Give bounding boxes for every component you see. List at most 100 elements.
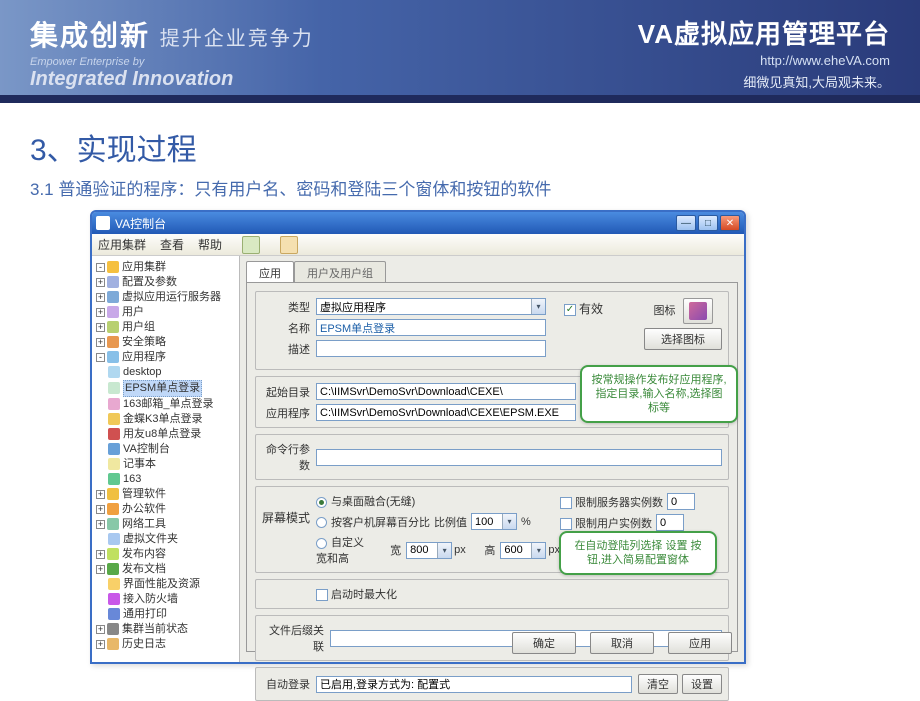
expand-icon[interactable]: +: [96, 505, 105, 514]
clear-button[interactable]: 清空: [638, 674, 678, 694]
tab-users[interactable]: 用户及用户组: [294, 261, 386, 283]
chevron-down-icon[interactable]: ▾: [437, 543, 451, 558]
h-label: 高: [468, 542, 501, 558]
lim1-input[interactable]: [667, 493, 695, 510]
chk-maximize[interactable]: 启动时最大化: [316, 586, 397, 602]
tree-perf[interactable]: 界面性能及资源: [123, 578, 200, 590]
expand-icon[interactable]: -: [96, 263, 105, 272]
expand-icon[interactable]: +: [96, 308, 105, 317]
nav-tree[interactable]: - 应用集群 + 配置及参数 + 虚拟应用运行服务器 + 用户 + 用户组 + 安全策略 -…: [92, 256, 240, 662]
tree-cat-pubcontent[interactable]: 发布内容: [122, 548, 166, 560]
chevron-down-icon[interactable]: ▾: [502, 514, 516, 529]
width-combo[interactable]: ▾: [406, 542, 452, 559]
chevron-down-icon[interactable]: ▾: [531, 299, 545, 314]
tree-app-kingdee[interactable]: 金蝶K3单点登录: [123, 413, 202, 425]
tree-cat-vfolder[interactable]: 虚拟文件夹: [123, 533, 178, 545]
tree-cat-office[interactable]: 办公软件: [122, 503, 166, 515]
close-button[interactable]: ✕: [720, 215, 740, 231]
startdir-input[interactable]: [316, 383, 576, 400]
folder-mgr-icon: [107, 488, 119, 500]
chk-lim-user[interactable]: 限制用户实例数: [560, 515, 652, 531]
label-screen: 屏幕模式: [262, 493, 316, 566]
select-icon-button[interactable]: 选择图标: [644, 328, 722, 350]
chevron-down-icon[interactable]: ▾: [531, 543, 545, 558]
cancel-button[interactable]: 取消: [590, 632, 654, 654]
apply-button[interactable]: 应用: [668, 632, 732, 654]
tree-cat-net[interactable]: 网络工具: [122, 518, 166, 530]
percent-combo[interactable]: ▾: [471, 513, 517, 530]
radio-custom[interactable]: 自定义宽和高: [316, 534, 373, 566]
tree-app-163mail[interactable]: 163邮箱_单点登录: [123, 398, 213, 410]
tree-app-epsm[interactable]: EPSM单点登录: [123, 380, 202, 397]
tree-app-notepad[interactable]: 记事本: [123, 458, 156, 470]
tree-apps[interactable]: 应用程序: [122, 351, 166, 363]
tree-group[interactable]: 用户组: [122, 321, 155, 333]
tree-cat-pubdoc[interactable]: 发布文档: [122, 563, 166, 575]
security-icon: [107, 336, 119, 348]
lim2-input[interactable]: [656, 514, 684, 531]
group-basic: 类型 ▾ 名称: [255, 291, 729, 370]
tree-user[interactable]: 用户: [122, 306, 144, 318]
banner-url: http://www.eheVA.com: [638, 53, 890, 68]
type-input[interactable]: [316, 298, 546, 315]
px-label: px: [454, 544, 466, 556]
tab-app[interactable]: 应用: [246, 261, 294, 283]
tree-cat-mgr[interactable]: 管理软件: [122, 488, 166, 500]
expand-icon[interactable]: +: [96, 293, 105, 302]
panel-body: 类型 ▾ 名称: [246, 282, 738, 652]
toolbar-icon-2[interactable]: [280, 236, 298, 254]
tree-app-u8[interactable]: 用友u8单点登录: [123, 428, 201, 440]
enabled-checkbox[interactable]: ✓有效: [564, 302, 603, 316]
radio-percent[interactable]: 按客户机屏幕百分比: [316, 514, 430, 530]
window-title: VA控制台: [115, 215, 166, 232]
menu-view[interactable]: 查看: [160, 236, 184, 253]
chk-lim-server[interactable]: 限制服务器实例数: [560, 494, 663, 510]
banner: 集成创新 提升企业竞争力 Empower Enterprise by Integ…: [0, 0, 920, 95]
tree-root[interactable]: 应用集群: [122, 261, 166, 273]
tree-print[interactable]: 通用打印: [123, 608, 167, 620]
group-icon: [107, 321, 119, 333]
tree-firewall[interactable]: 接入防火墙: [123, 593, 178, 605]
tree-server[interactable]: 虚拟应用运行服务器: [122, 291, 221, 303]
expand-icon[interactable]: +: [96, 278, 105, 287]
tree-security[interactable]: 安全策略: [122, 336, 166, 348]
banner-divider: [0, 95, 920, 103]
label-desc: 描述: [262, 341, 316, 357]
minimize-button[interactable]: —: [676, 215, 696, 231]
expand-icon[interactable]: +: [96, 625, 105, 634]
maximize-button[interactable]: □: [698, 215, 718, 231]
expand-icon[interactable]: +: [96, 323, 105, 332]
cmd-input[interactable]: [316, 449, 722, 466]
config-icon: [107, 276, 119, 288]
tree-status[interactable]: 集群当前状态: [122, 623, 188, 635]
height-combo[interactable]: ▾: [500, 542, 546, 559]
expand-icon[interactable]: +: [96, 520, 105, 529]
apppath-input[interactable]: [316, 404, 576, 421]
expand-icon[interactable]: +: [96, 550, 105, 559]
banner-title-zh: 集成创新 提升企业竞争力: [30, 14, 314, 54]
expand-icon[interactable]: +: [96, 338, 105, 347]
dialog-buttons: 确定 取消 应用: [512, 632, 732, 654]
ok-button[interactable]: 确定: [512, 632, 576, 654]
banner-product-title: VA虚拟应用管理平台: [638, 14, 890, 51]
expand-icon[interactable]: +: [96, 640, 105, 649]
tree-log[interactable]: 历史日志: [122, 638, 166, 650]
window-titlebar[interactable]: VA控制台 — □ ✕: [92, 212, 744, 234]
expand-icon[interactable]: +: [96, 490, 105, 499]
settings-button[interactable]: 设置: [682, 674, 722, 694]
expand-icon[interactable]: +: [96, 565, 105, 574]
combo-type[interactable]: ▾: [316, 298, 546, 315]
menu-cluster[interactable]: 应用集群: [98, 236, 146, 253]
tree-app-163[interactable]: 163: [123, 473, 141, 485]
tree-app-desktop[interactable]: desktop: [123, 366, 162, 378]
window-body: - 应用集群 + 配置及参数 + 虚拟应用运行服务器 + 用户 + 用户组 + 安全策略 -…: [92, 256, 744, 662]
toolbar-icon-1[interactable]: [242, 236, 260, 254]
expand-icon[interactable]: -: [96, 353, 105, 362]
radio-seamless[interactable]: 与桌面融合(无缝): [316, 493, 415, 509]
desc-input[interactable]: [316, 340, 546, 357]
tree-app-va[interactable]: VA控制台: [123, 443, 170, 455]
tree-config[interactable]: 配置及参数: [122, 276, 177, 288]
pubdoc-icon: [107, 563, 119, 575]
menu-help[interactable]: 帮助: [198, 236, 222, 253]
name-input[interactable]: [316, 319, 546, 336]
